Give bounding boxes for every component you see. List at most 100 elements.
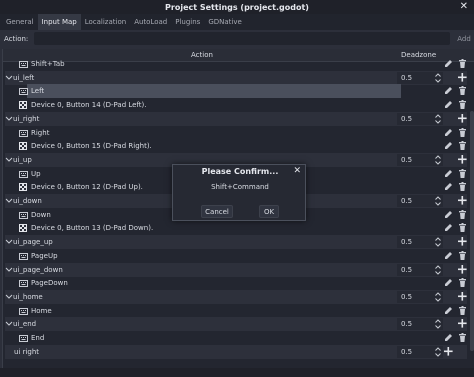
edit-icon[interactable] [444,333,453,344]
tab-plugins[interactable]: Plugins [171,14,204,30]
chevron-down-icon[interactable] [5,266,13,276]
spin-arrows-icon[interactable] [435,114,441,124]
edit-icon[interactable] [444,210,453,221]
add-event-icon[interactable] [458,264,467,276]
trash-icon[interactable] [458,223,467,234]
cancel-button[interactable]: Cancel [201,205,233,218]
edit-icon[interactable] [444,141,453,152]
trash-icon[interactable] [458,100,467,111]
trash-icon[interactable] [458,333,467,344]
add-event-icon[interactable] [458,196,467,207]
keyboard-icon [19,307,28,318]
dialog-title: Please Confirm... [201,167,279,176]
edit-icon[interactable] [444,86,453,97]
tab-general[interactable]: General [2,14,38,30]
spin-arrows-icon[interactable] [435,264,441,275]
tree-scrollbar[interactable] [470,111,474,351]
action-row[interactable]: ui right 0.5 [5,344,467,359]
event-row[interactable]: Right [5,126,467,140]
event-row[interactable]: Home [5,304,467,318]
add-action-button[interactable]: Add [454,32,474,45]
trash-icon[interactable] [458,305,467,317]
event-row[interactable]: PageDown [5,276,467,290]
action-bar: Action: Add [0,30,474,47]
gamepad-icon [19,183,28,194]
trash-icon[interactable] [458,278,467,289]
deadzone-value: 0.5 [401,347,413,356]
spin-arrows-icon[interactable] [435,196,441,206]
trash-icon[interactable] [458,127,467,139]
event-row[interactable]: Device 0, Button 15 (D-Pad Right). [5,139,467,153]
chevron-down-icon[interactable] [5,115,13,125]
event-row[interactable]: Device 0, Button 14 (D-Pad Left). [5,98,467,112]
keyboard-icon [19,129,28,140]
tab-gdnative[interactable]: GDNative [204,14,245,30]
chevron-down-icon[interactable] [5,238,13,248]
spin-arrows-icon[interactable] [435,346,441,357]
chevron-down-icon[interactable] [5,156,13,166]
keyboard-icon [19,60,28,71]
edit-icon[interactable] [444,182,453,193]
ok-button[interactable]: OK [259,205,279,218]
trash-icon[interactable] [458,168,467,180]
spin-arrows-icon[interactable] [435,155,441,165]
trash-icon[interactable] [458,86,467,97]
add-event-icon[interactable] [458,113,467,125]
add-event-icon[interactable] [458,72,467,84]
action-name-input[interactable] [34,32,450,45]
deadzone-value: 0.5 [401,292,413,301]
event-label: Down [31,210,51,219]
add-event-icon[interactable] [458,154,467,166]
chevron-down-icon[interactable] [5,293,13,303]
event-row[interactable]: End [5,331,467,345]
trash-icon[interactable] [458,209,467,221]
edit-icon[interactable] [444,169,453,180]
action-name: ui_page_up [13,238,53,247]
add-event-icon[interactable] [444,346,453,358]
close-window-icon[interactable]: ✕ [460,1,468,12]
edit-icon[interactable] [444,251,453,262]
action-row[interactable]: ui_home 0.5 [5,289,467,304]
edit-icon[interactable] [444,100,453,111]
event-label: Left [31,87,45,96]
chevron-down-icon[interactable] [5,197,13,207]
trash-icon[interactable] [458,59,467,70]
edit-icon[interactable] [444,59,453,70]
edit-icon[interactable] [444,128,453,139]
action-name: ui_right [13,114,40,123]
action-row[interactable]: ui_end 0.5 [5,317,467,332]
spin-arrows-icon[interactable] [435,319,441,330]
keyboard-icon [19,170,28,181]
action-row[interactable]: ui_page_down 0.5 [5,262,467,277]
add-event-icon[interactable] [458,291,467,303]
edit-icon[interactable] [444,306,453,317]
spin-arrows-icon[interactable] [435,237,441,247]
add-event-icon[interactable] [458,237,467,248]
event-row[interactable]: Device 0, Button 13 (D-Pad Down). [5,221,467,235]
tab-input-map[interactable]: Input Map [37,14,81,30]
event-row[interactable]: PageUp [5,249,467,263]
action-row[interactable]: ui_left 0.5 [5,70,467,85]
dialog-close-icon[interactable]: ✕ [293,166,301,176]
spin-arrows-icon[interactable] [435,72,441,83]
action-row[interactable]: ui_page_up 0.5 [5,235,467,250]
deadzone-value: 0.5 [401,114,413,123]
trash-icon[interactable] [458,250,467,262]
action-row[interactable]: ui_right 0.5 [5,111,467,126]
event-row[interactable]: Shift+Tab [5,57,467,71]
keyboard-icon [19,279,28,290]
edit-icon[interactable] [444,223,453,234]
spin-arrows-icon[interactable] [435,292,441,302]
tab-autoload[interactable]: AutoLoad [130,14,171,30]
edit-icon[interactable] [444,278,453,289]
trash-icon[interactable] [458,182,467,193]
tab-localization[interactable]: Localization [81,14,130,30]
event-label: PageUp [31,251,58,260]
trash-icon[interactable] [458,141,467,152]
selection-highlight [27,84,401,99]
event-row[interactable]: Left [5,84,467,99]
add-event-icon[interactable] [458,319,467,330]
chevron-down-icon[interactable] [5,320,13,330]
chevron-down-icon[interactable] [5,74,13,84]
action-name: ui_home [13,292,43,301]
